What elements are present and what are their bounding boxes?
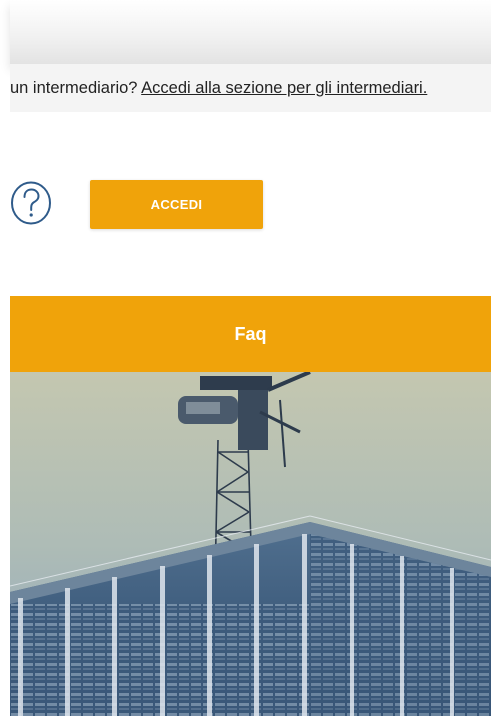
login-section: ACCEDI [10, 112, 491, 296]
question-circle-icon[interactable] [10, 180, 52, 226]
page: un intermediario? Accedi alla sezione pe… [0, 0, 491, 716]
faq-label: Faq [234, 324, 267, 344]
faq-button[interactable]: Faq [10, 296, 491, 372]
notice-text: un intermediario? [10, 79, 142, 97]
top-bar [10, 0, 491, 64]
intermediary-notice: un intermediario? Accedi alla sezione pe… [10, 64, 491, 112]
hero-image [10, 372, 491, 716]
accedi-button[interactable]: ACCEDI [90, 180, 263, 229]
intermediary-section-link[interactable]: Accedi alla sezione per gli intermediari… [141, 79, 427, 97]
